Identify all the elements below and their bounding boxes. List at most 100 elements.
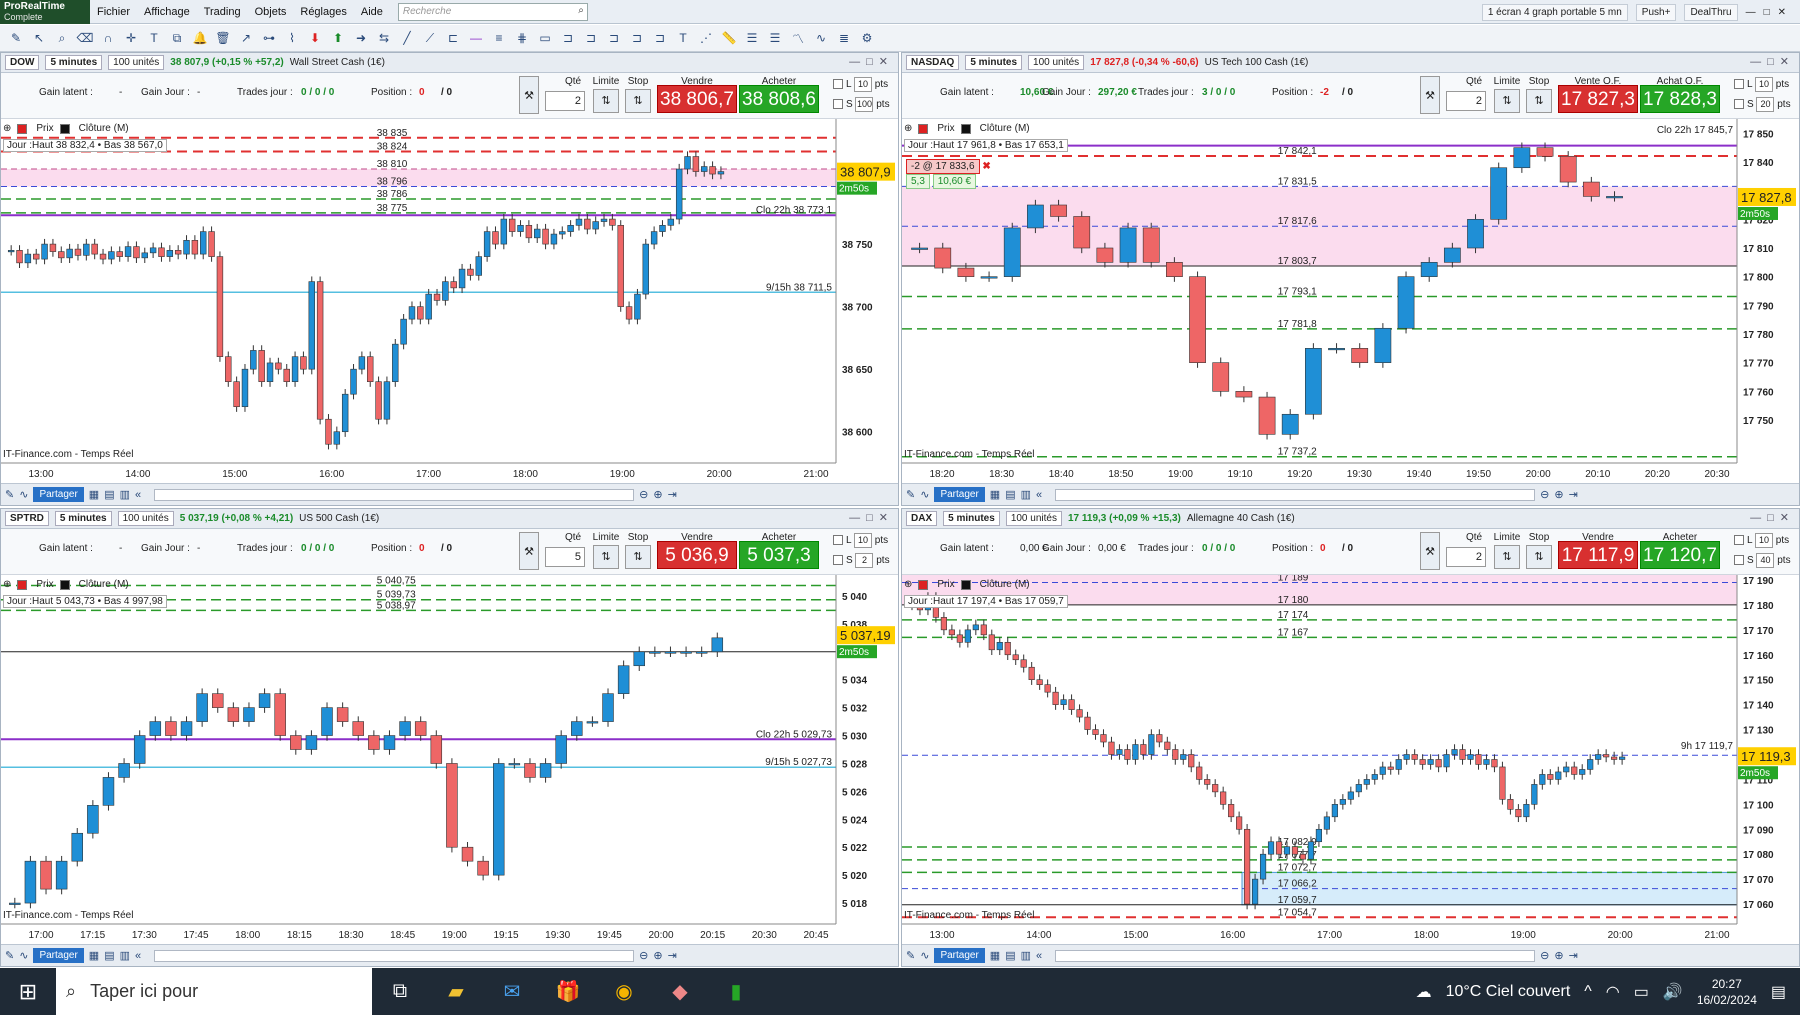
- down-arrow-icon[interactable]: ⬇: [305, 28, 325, 48]
- sell-button[interactable]: 17 117,9: [1558, 541, 1638, 569]
- search-input[interactable]: Recherche ⌕: [397, 2, 588, 21]
- scroll-right-icon[interactable]: ⇥: [668, 488, 677, 501]
- buy-button[interactable]: 5 037,3: [739, 541, 819, 569]
- menu-reglages[interactable]: Réglages: [293, 6, 353, 18]
- wrench-icon[interactable]: ⚒: [1420, 76, 1440, 114]
- arrow-icon[interactable]: ↗: [236, 28, 256, 48]
- scroll-right-icon[interactable]: ⇥: [1569, 949, 1578, 962]
- trash-icon[interactable]: 🗑: [213, 28, 233, 48]
- calendar-icon[interactable]: ▥: [1021, 488, 1031, 501]
- legend-prix[interactable]: Prix: [36, 579, 53, 590]
- hline-icon[interactable]: ⇆: [374, 28, 394, 48]
- grid-icon[interactable]: ▤: [1005, 488, 1015, 501]
- l-pts-row[interactable]: L 10 pts: [1734, 533, 1789, 548]
- lines-icon[interactable]: ☰: [742, 28, 762, 48]
- plus-icon[interactable]: ⊕: [3, 579, 11, 590]
- legend-cloture[interactable]: Clôture (M): [79, 123, 129, 134]
- lines2-icon[interactable]: ☰: [765, 28, 785, 48]
- quantity-input[interactable]: 5: [545, 547, 585, 567]
- stop-order-button[interactable]: ⇅: [1526, 89, 1552, 113]
- layout-selector[interactable]: 1 écran 4 graph portable 5 mn: [1481, 3, 1628, 21]
- layout-icon[interactable]: ▦: [89, 488, 99, 501]
- calendar-icon[interactable]: ▥: [120, 949, 130, 962]
- sell-button[interactable]: 5 036,9: [657, 541, 737, 569]
- chevron-up-icon[interactable]: ^: [1584, 983, 1592, 1001]
- cursor-icon[interactable]: ↖: [29, 28, 49, 48]
- symbol-selector[interactable]: DOW: [5, 55, 40, 70]
- window-controls[interactable]: —□✕: [849, 55, 894, 68]
- zoom-out-icon[interactable]: ⊖: [639, 488, 648, 501]
- window-controls[interactable]: —□✕: [1750, 511, 1795, 524]
- layout-icon[interactable]: ▦: [990, 488, 1000, 501]
- legend-cloture[interactable]: Clôture (M): [980, 123, 1030, 134]
- wave2-icon[interactable]: ∿: [811, 28, 831, 48]
- symbol-selector[interactable]: DAX: [906, 511, 938, 526]
- horizontal-scrollbar[interactable]: [154, 949, 635, 962]
- notification-icon[interactable]: ▤: [1771, 982, 1786, 1002]
- scroll-left-icon[interactable]: «: [135, 489, 141, 501]
- level2-icon[interactable]: ⊐: [581, 28, 601, 48]
- zoom-in-icon[interactable]: ⊕: [1554, 949, 1563, 962]
- volume-icon[interactable]: 🔊: [1663, 982, 1683, 1002]
- eraser-icon[interactable]: ⌫: [75, 28, 95, 48]
- calendar-icon[interactable]: ▥: [120, 488, 130, 501]
- file-explorer-icon[interactable]: ▰: [428, 968, 484, 1015]
- pencil-icon[interactable]: ✎: [6, 28, 26, 48]
- units-selector[interactable]: 100 unités: [117, 511, 174, 526]
- scroll-left-icon[interactable]: «: [135, 950, 141, 962]
- quantity-input[interactable]: 2: [545, 91, 585, 111]
- sell-button[interactable]: 17 827,3: [1558, 85, 1638, 113]
- level-icon[interactable]: ⊐: [558, 28, 578, 48]
- list-icon[interactable]: ≣: [834, 28, 854, 48]
- menu-fichier[interactable]: Fichier: [90, 6, 137, 18]
- indicator-icon[interactable]: ∿: [19, 488, 28, 501]
- settings-icon[interactable]: ⚙: [857, 28, 877, 48]
- mail-icon[interactable]: ✉: [484, 968, 540, 1015]
- copy-icon[interactable]: ⧉: [167, 28, 187, 48]
- window-controls[interactable]: —□✕: [1746, 7, 1794, 18]
- s-pts-row[interactable]: S 2 pts: [833, 553, 890, 568]
- horizontal-scrollbar[interactable]: [154, 488, 635, 501]
- clock[interactable]: 20:27 16/02/2024: [1697, 976, 1757, 1008]
- indicator-icon[interactable]: ∿: [19, 949, 28, 962]
- wrench-icon[interactable]: ⚒: [1420, 532, 1440, 570]
- purple-line-icon[interactable]: —: [466, 28, 486, 48]
- windows-start-icon[interactable]: ⊞: [0, 968, 56, 1015]
- indicator-icon[interactable]: ∿: [920, 488, 929, 501]
- limit-order-button[interactable]: ⇅: [593, 89, 619, 113]
- s-pts-row[interactable]: S 20 pts: [1734, 97, 1791, 112]
- battery-icon[interactable]: ▭: [1634, 982, 1649, 1002]
- line-icon[interactable]: ╱: [397, 28, 417, 48]
- grid-icon[interactable]: ▤: [1005, 949, 1015, 962]
- scroll-right-icon[interactable]: ⇥: [1569, 488, 1578, 501]
- calendar-icon[interactable]: ▥: [1021, 949, 1031, 962]
- legend-cloture[interactable]: Clôture (M): [980, 579, 1030, 590]
- menu-aide[interactable]: Aide: [354, 6, 390, 18]
- dealthru-button[interactable]: DealThru: [1684, 3, 1738, 21]
- timeframe-selector[interactable]: 5 minutes: [45, 55, 103, 70]
- wrench-icon[interactable]: ⚒: [519, 532, 539, 570]
- l-pts-row[interactable]: L 10 pts: [833, 533, 888, 548]
- units-selector[interactable]: 100 unités: [108, 55, 165, 70]
- grid-icon[interactable]: ▤: [104, 488, 114, 501]
- sell-button[interactable]: 38 806,7: [657, 85, 737, 113]
- indicator-icon[interactable]: ∿: [920, 949, 929, 962]
- legend-prix[interactable]: Prix: [937, 579, 954, 590]
- horizontal-scrollbar[interactable]: [1055, 949, 1536, 962]
- l-pts-row[interactable]: L 10 pts: [833, 77, 888, 92]
- share-button[interactable]: Partager: [934, 948, 985, 963]
- buy-button[interactable]: 17 120,7: [1640, 541, 1720, 569]
- segment-icon[interactable]: ⊏: [443, 28, 463, 48]
- network-icon[interactable]: ◠: [1606, 982, 1620, 1002]
- scroll-left-icon[interactable]: «: [1036, 950, 1042, 962]
- ruler-icon[interactable]: 📏: [719, 28, 739, 48]
- channel-icon[interactable]: ⋕: [512, 28, 532, 48]
- layout-icon[interactable]: ▦: [89, 949, 99, 962]
- limit-order-button[interactable]: ⇅: [1494, 89, 1520, 113]
- magnet-icon[interactable]: ∩: [98, 28, 118, 48]
- quantity-input[interactable]: 2: [1446, 547, 1486, 567]
- units-selector[interactable]: 100 unités: [1028, 55, 1085, 70]
- pattern-icon[interactable]: ⋰: [696, 28, 716, 48]
- horizontal-scrollbar[interactable]: [1055, 488, 1536, 501]
- share-button[interactable]: Partager: [33, 948, 84, 963]
